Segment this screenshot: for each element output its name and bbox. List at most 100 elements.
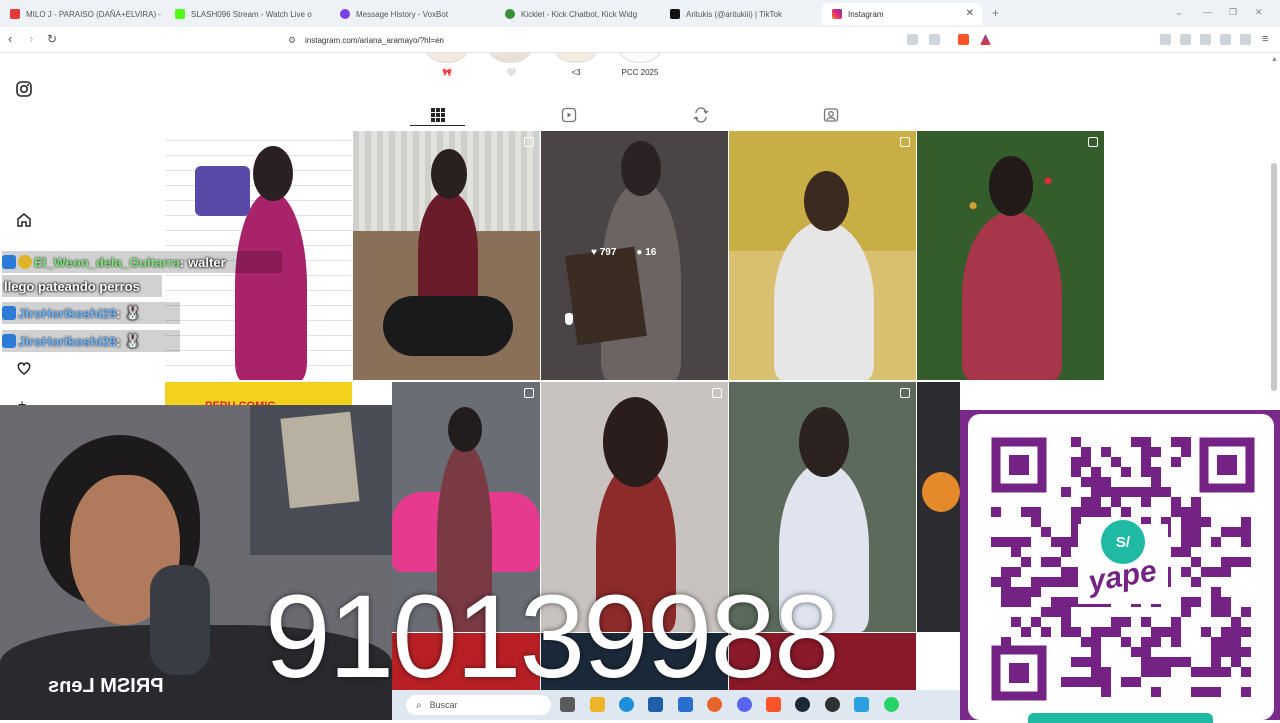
qr-module bbox=[1231, 647, 1241, 657]
tab-voxbot[interactable]: Message History - VoxBot bbox=[330, 3, 495, 25]
kicklet-icon bbox=[505, 9, 515, 19]
likes-count: ♥ 797 bbox=[591, 247, 617, 258]
app-icon[interactable] bbox=[854, 697, 869, 712]
tab-kicklet[interactable]: Kicklet - Kick Chatbot, Kick Widg bbox=[495, 3, 660, 25]
qr-module bbox=[1181, 567, 1191, 577]
yape-button-edge bbox=[1028, 713, 1213, 723]
carousel-icon bbox=[900, 388, 910, 398]
highlight-cover[interactable] bbox=[425, 53, 469, 63]
moderator-badge-icon bbox=[2, 334, 16, 348]
qr-module bbox=[1041, 607, 1051, 617]
qr-module bbox=[1151, 467, 1161, 477]
carousel-icon bbox=[336, 137, 346, 147]
tab-tiktok[interactable]: Aritukis (@aritukiii) | TikTok bbox=[660, 3, 820, 25]
site-info-icon[interactable]: ⚙ bbox=[288, 35, 296, 46]
qr-module bbox=[1241, 607, 1251, 617]
qr-module bbox=[1081, 657, 1091, 667]
qr-module bbox=[1151, 447, 1161, 457]
browser-tab-bar: MILO J - PARAISO (DAÑA+ELVIRA) - SLASH09… bbox=[0, 0, 1280, 27]
tab-kick[interactable]: SLASH096 Stream - Watch Live o bbox=[165, 3, 330, 25]
close-window-icon[interactable]: ✕ bbox=[1255, 7, 1263, 18]
highlight-cover[interactable] bbox=[618, 53, 662, 63]
qr-module bbox=[1231, 617, 1241, 627]
vpn-icon[interactable] bbox=[1240, 34, 1251, 45]
qr-module bbox=[1091, 667, 1101, 677]
qr-module bbox=[1091, 467, 1101, 477]
highlight-cover[interactable] bbox=[488, 53, 532, 63]
post-thumbnail[interactable] bbox=[353, 131, 540, 380]
qr-code: S/ yape bbox=[991, 437, 1255, 701]
menu-icon[interactable]: ≡ bbox=[1262, 32, 1268, 46]
reels-icon[interactable] bbox=[561, 107, 577, 123]
mail-icon[interactable] bbox=[678, 697, 693, 712]
post-thumbnail-hovered[interactable]: ♥ 797 ● 16 bbox=[541, 131, 728, 380]
instagram-logo-icon[interactable] bbox=[15, 80, 33, 98]
person-head bbox=[989, 156, 1033, 216]
tagged-icon[interactable] bbox=[823, 107, 839, 123]
media-icon[interactable] bbox=[1160, 34, 1171, 45]
qr-module bbox=[1061, 617, 1071, 627]
translate-icon[interactable] bbox=[907, 34, 918, 45]
back-icon[interactable]: ‹ bbox=[8, 32, 12, 46]
notifications-heart-icon[interactable] bbox=[15, 359, 33, 377]
brave-icon[interactable] bbox=[766, 697, 781, 712]
wallet-icon[interactable] bbox=[1200, 34, 1211, 45]
taskbar-search[interactable]: ⌕ Buscar bbox=[406, 695, 551, 715]
qr-module bbox=[1081, 447, 1091, 457]
grid-posts-icon[interactable] bbox=[430, 107, 446, 123]
steam-icon[interactable] bbox=[795, 697, 810, 712]
share-icon[interactable] bbox=[929, 34, 940, 45]
moderator-badge-icon bbox=[2, 255, 16, 269]
task-view-icon[interactable] bbox=[560, 697, 575, 712]
post-thumbnail[interactable] bbox=[917, 382, 960, 632]
firefox-icon[interactable] bbox=[707, 697, 722, 712]
scroll-up-icon[interactable]: ▲ bbox=[1271, 56, 1278, 63]
tab-instagram[interactable]: Instagram ✕ bbox=[822, 3, 982, 25]
close-tab-icon[interactable]: ✕ bbox=[966, 8, 974, 19]
post-thumbnail[interactable] bbox=[917, 131, 1104, 380]
subscriber-badge-icon bbox=[18, 255, 32, 269]
home-icon[interactable] bbox=[15, 211, 33, 229]
store-icon[interactable] bbox=[648, 697, 663, 712]
sidebar-icon[interactable] bbox=[1180, 34, 1191, 45]
qr-module bbox=[1191, 597, 1201, 607]
maximize-icon[interactable]: ❐ bbox=[1229, 7, 1237, 18]
qr-module bbox=[1241, 647, 1251, 657]
qr-module bbox=[1231, 557, 1241, 567]
chat-text: llego pateando perros bbox=[4, 278, 140, 294]
qr-module bbox=[1101, 487, 1111, 497]
forward-icon[interactable]: › bbox=[29, 32, 33, 46]
post-thumbnail[interactable] bbox=[729, 131, 916, 380]
person-head bbox=[804, 171, 849, 231]
obs-icon[interactable] bbox=[825, 697, 840, 712]
person-head bbox=[603, 397, 668, 487]
tab-search-icon[interactable]: ⌄ bbox=[1175, 7, 1183, 18]
qr-module bbox=[1211, 667, 1221, 677]
qr-module bbox=[1171, 507, 1181, 517]
minimize-icon[interactable]: — bbox=[1203, 7, 1212, 17]
leo-icon[interactable] bbox=[1220, 34, 1231, 45]
whatsapp-icon[interactable] bbox=[884, 697, 899, 712]
carousel-icon bbox=[524, 137, 534, 147]
yape-currency: S/ bbox=[1116, 534, 1131, 551]
brave-shield-icon[interactable] bbox=[958, 34, 969, 45]
scrollbar-thumb[interactable] bbox=[1271, 163, 1277, 391]
file-explorer-icon[interactable] bbox=[590, 697, 605, 712]
qr-module bbox=[1191, 667, 1201, 677]
tab-youtube[interactable]: MILO J - PARAISO (DAÑA+ELVIRA) - bbox=[0, 3, 165, 25]
qr-module bbox=[1191, 507, 1201, 517]
chat-separator: : bbox=[116, 305, 121, 321]
highlight-cover[interactable] bbox=[554, 53, 598, 63]
reposts-icon[interactable] bbox=[693, 107, 709, 123]
qr-module bbox=[1001, 577, 1011, 587]
address-bar[interactable]: ⚙ instagram.com/ariana_aramayo/?hl=en bbox=[255, 30, 1000, 50]
qr-module bbox=[1161, 667, 1171, 677]
discord-icon[interactable] bbox=[737, 697, 752, 712]
edge-icon[interactable] bbox=[619, 697, 634, 712]
person-figure bbox=[235, 191, 307, 380]
reload-icon[interactable]: ↻ bbox=[47, 32, 57, 46]
qr-module bbox=[1031, 517, 1041, 527]
highlight-label: <3 bbox=[571, 68, 581, 77]
qr-module bbox=[1021, 597, 1031, 607]
new-tab-button[interactable]: + bbox=[992, 6, 999, 20]
